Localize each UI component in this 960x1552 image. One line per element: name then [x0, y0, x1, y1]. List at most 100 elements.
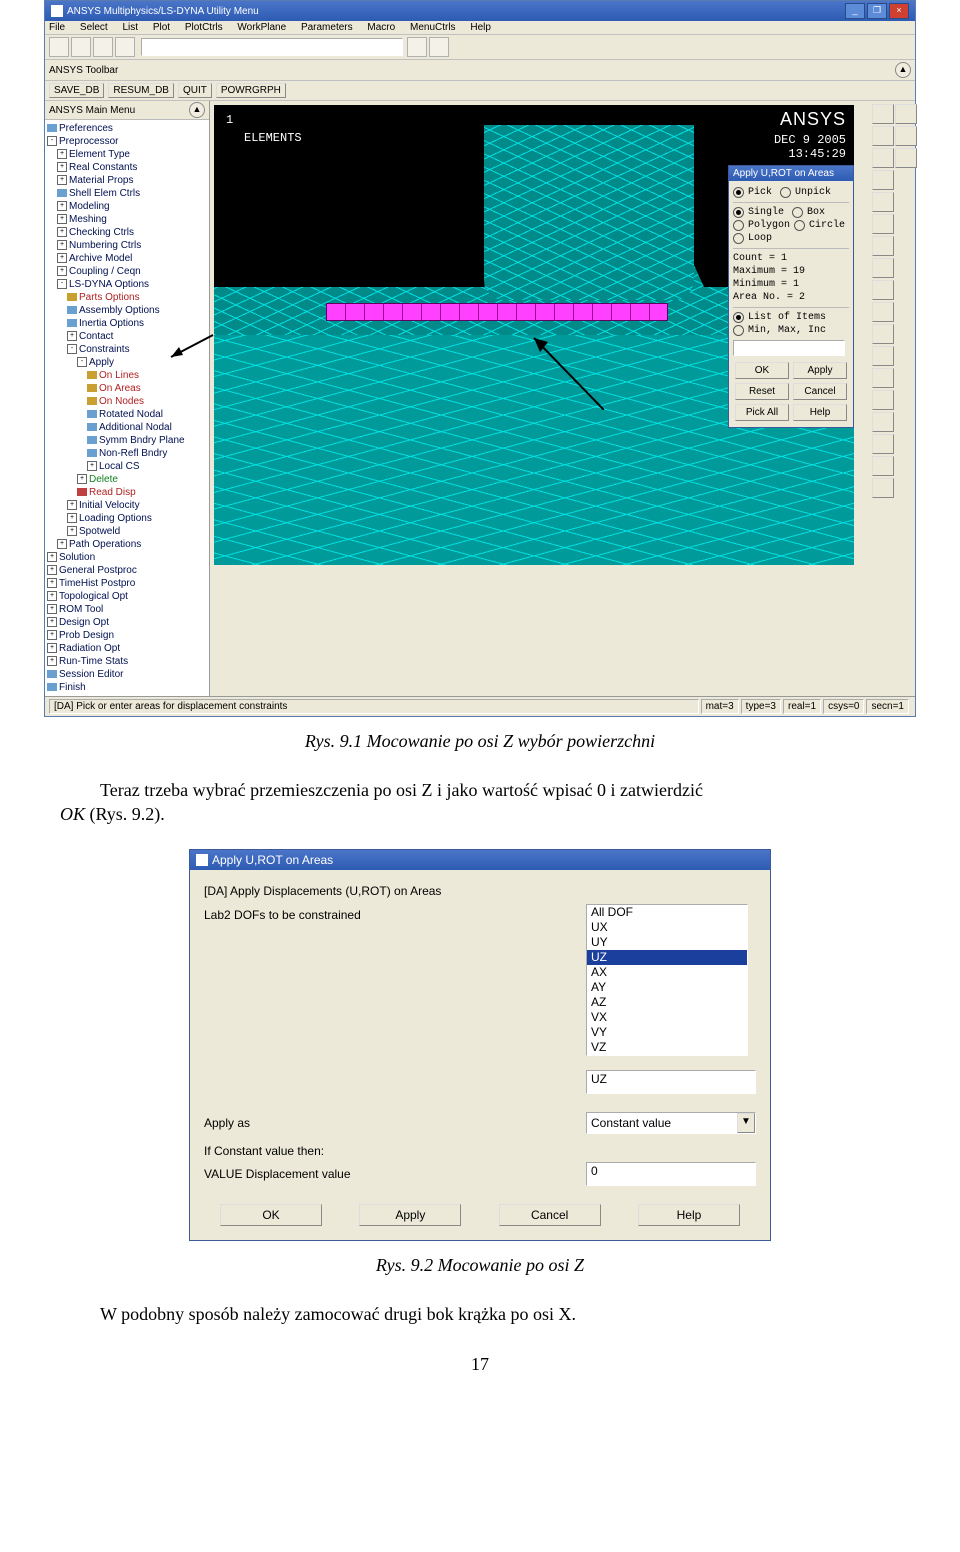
menu-macro[interactable]: Macro [367, 22, 395, 33]
powrgrph-button[interactable]: POWRGRPH [216, 83, 286, 98]
tree-assembly[interactable]: Assembly Options [79, 305, 160, 316]
icon-save[interactable] [93, 37, 113, 57]
resum-db-button[interactable]: RESUM_DB [108, 83, 174, 98]
pick-cancel-button[interactable]: Cancel [793, 383, 847, 400]
list-ay[interactable]: AY [587, 980, 747, 995]
menu-parameters[interactable]: Parameters [301, 22, 353, 33]
dialog-cancel-button[interactable]: Cancel [499, 1204, 601, 1226]
list-ax[interactable]: AX [587, 965, 747, 980]
powgr-icon[interactable] [895, 148, 917, 168]
tree-rot-nodal[interactable]: Rotated Nodal [99, 409, 163, 420]
tree-element-type[interactable]: Element Type [69, 149, 130, 160]
replot-icon[interactable] [872, 478, 894, 498]
pick-reset-button[interactable]: Reset [735, 383, 789, 400]
dialog-ok-button[interactable]: OK [220, 1204, 322, 1226]
tree-spotweld[interactable]: Spotweld [79, 526, 120, 537]
save-db-button[interactable]: SAVE_DB [49, 83, 104, 98]
list-alldof[interactable]: All DOF [587, 905, 747, 920]
fit-icon[interactable] [872, 192, 894, 212]
tree-coupling[interactable]: Coupling / Ceqn [69, 266, 141, 277]
graphics-viewport[interactable]: 1 ELEMENTS ANSYS DEC 9 2005 13:45:29 [214, 105, 854, 565]
tree-designopt[interactable]: Design Opt [59, 617, 109, 628]
tree-genpost[interactable]: General Postproc [59, 565, 137, 576]
tree-apply[interactable]: Apply [89, 357, 114, 368]
raise-icon[interactable] [895, 104, 917, 124]
list-vy[interactable]: VY [587, 1025, 747, 1040]
tree-preferences[interactable]: Preferences [59, 123, 113, 134]
radio-unpick[interactable] [780, 187, 791, 198]
displacement-value-input[interactable]: 0 [586, 1162, 756, 1186]
toolbar-scroll-icon[interactable]: ▲ [895, 62, 911, 78]
main-menu-tree[interactable]: ANSYS Main Menu▲ Preferences -Preprocess… [45, 101, 210, 696]
radio-polygon[interactable] [733, 220, 744, 231]
view-front-icon[interactable] [872, 126, 894, 146]
tree-finish[interactable]: Finish [59, 682, 86, 693]
tree-pathops[interactable]: Path Operations [69, 539, 141, 550]
radio-list[interactable] [733, 312, 744, 323]
tree-load-opt[interactable]: Loading Options [79, 513, 152, 524]
tree-read-disp[interactable]: Read Disp [89, 487, 136, 498]
radio-pick[interactable] [733, 187, 744, 198]
radio-circle[interactable] [794, 220, 805, 231]
tree-shell-elem[interactable]: Shell Elem Ctrls [69, 188, 140, 199]
tree-material-props[interactable]: Material Props [69, 175, 133, 186]
tree-modeling[interactable]: Modeling [69, 201, 110, 212]
minimize-button[interactable]: _ [845, 3, 865, 19]
tree-symm[interactable]: Symm Bndry Plane [99, 435, 185, 446]
pick-pickall-button[interactable]: Pick All [735, 404, 789, 421]
tree-contact[interactable]: Contact [79, 331, 113, 342]
view-side-icon[interactable] [872, 148, 894, 168]
icon-refresh[interactable] [407, 37, 427, 57]
pick-apply-button[interactable]: Apply [793, 362, 847, 379]
reset-icon[interactable] [872, 346, 894, 366]
icon-print[interactable] [115, 37, 135, 57]
dialog-apply-button[interactable]: Apply [359, 1204, 461, 1226]
view-top-icon[interactable] [872, 170, 894, 190]
selected-dof-box[interactable]: UZ [586, 1070, 756, 1094]
menu-list[interactable]: List [122, 22, 138, 33]
menu-workplane[interactable]: WorkPlane [237, 22, 286, 33]
pan-icon[interactable] [872, 302, 894, 322]
close-button[interactable]: × [889, 3, 909, 19]
list-ux[interactable]: UX [587, 920, 747, 935]
wire-icon[interactable] [872, 390, 894, 410]
menu-help[interactable]: Help [470, 22, 491, 33]
tree-constraints[interactable]: Constraints [79, 344, 130, 355]
lower-icon[interactable] [895, 126, 917, 146]
menu-menuctrls[interactable]: MenuCtrls [410, 22, 456, 33]
tree-probdesign[interactable]: Prob Design [59, 630, 114, 641]
tree-parts[interactable]: Parts Options [79, 292, 140, 303]
tree-preprocessor[interactable]: Preprocessor [59, 136, 118, 147]
icon-utility[interactable] [429, 37, 449, 57]
zoom-out-icon[interactable] [872, 236, 894, 256]
tree-rom[interactable]: ROM Tool [59, 604, 103, 615]
tree-archive[interactable]: Archive Model [69, 253, 132, 264]
tree-checking[interactable]: Checking Ctrls [69, 227, 134, 238]
tree-lsdyna[interactable]: LS-DYNA Options [69, 279, 149, 290]
quit-button[interactable]: QUIT [178, 83, 212, 98]
command-input[interactable] [141, 38, 403, 56]
pick-text-input[interactable] [733, 340, 845, 356]
capture-icon[interactable] [872, 456, 894, 476]
list-az[interactable]: AZ [587, 995, 747, 1010]
tree-localcs[interactable]: Local CS [99, 461, 140, 472]
pick-ok-button[interactable]: OK [735, 362, 789, 379]
icon-open[interactable] [71, 37, 91, 57]
list-vx[interactable]: VX [587, 1010, 747, 1025]
zoom-in-icon[interactable] [872, 214, 894, 234]
menu-file[interactable]: File [49, 22, 65, 33]
tree-nonrefl[interactable]: Non-Refl Bndry [99, 448, 167, 459]
pick-help-button[interactable]: Help [793, 404, 847, 421]
maximize-button[interactable]: ❐ [867, 3, 887, 19]
dialog-help-button[interactable]: Help [638, 1204, 740, 1226]
tree-add-nodal[interactable]: Additional Nodal [99, 422, 172, 433]
tree-real-constants[interactable]: Real Constants [69, 162, 137, 173]
radio-minmax[interactable] [733, 325, 744, 336]
menu-select[interactable]: Select [80, 22, 108, 33]
tree-delete[interactable]: Delete [89, 474, 118, 485]
tree-session[interactable]: Session Editor [59, 669, 123, 680]
menu-plotctrls[interactable]: PlotCtrls [185, 22, 223, 33]
dyn-rotate-icon[interactable] [872, 324, 894, 344]
tree-on-lines[interactable]: On Lines [99, 370, 139, 381]
multiview-icon[interactable] [872, 368, 894, 388]
